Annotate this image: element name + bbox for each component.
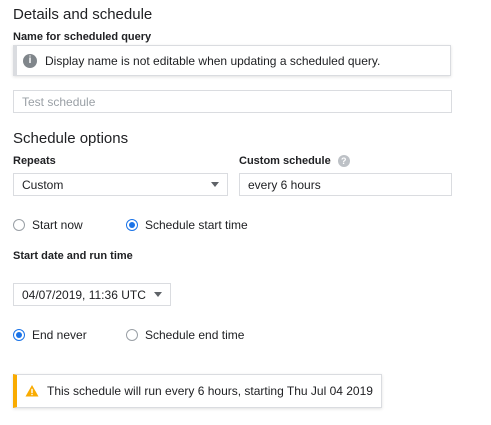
schedule-warning-banner: This schedule will run every 6 hours, st… (13, 374, 382, 408)
radio-selected-dot (129, 222, 135, 228)
custom-schedule-value: every 6 hours (248, 177, 321, 192)
chevron-down-icon (154, 292, 162, 297)
repeats-select[interactable]: Custom (13, 173, 228, 196)
schedule-warning-message: This schedule will run every 6 hours, st… (47, 384, 373, 398)
start-datetime-value: 04/07/2019, 11:36 UTC (22, 287, 146, 302)
schedule-name-input[interactable]: Test schedule (13, 90, 452, 113)
info-banner: i Display name is not editable when upda… (13, 45, 451, 76)
schedule-start-option[interactable]: Schedule start time (126, 218, 248, 232)
schedule-start-radio[interactable] (126, 219, 138, 231)
info-message: Display name is not editable when updati… (45, 53, 381, 68)
start-datetime-label: Start date and run time (13, 250, 133, 262)
start-datetime-picker[interactable]: 04/07/2019, 11:36 UTC (13, 283, 171, 306)
end-never-option[interactable]: End never (13, 328, 87, 342)
schedule-end-radio[interactable] (126, 329, 138, 341)
schedule-start-label: Schedule start time (145, 218, 248, 232)
section-title-schedule-options: Schedule options (13, 130, 129, 147)
repeats-select-value: Custom (22, 177, 64, 192)
start-now-radio[interactable] (13, 219, 25, 231)
end-never-label: End never (32, 328, 87, 342)
section-title-details: Details and schedule (13, 6, 153, 23)
chevron-down-icon (211, 182, 219, 187)
repeats-label: Repeats (13, 155, 56, 167)
radio-selected-dot (16, 332, 22, 338)
warning-icon (25, 385, 39, 397)
info-icon: i (23, 53, 37, 68)
schedule-end-label: Schedule end time (145, 328, 245, 342)
schedule-end-option[interactable]: Schedule end time (126, 328, 244, 342)
name-field-label: Name for scheduled query (13, 31, 152, 43)
custom-schedule-label: Custom schedule (239, 155, 331, 167)
custom-schedule-label-row: Custom schedule ? (239, 155, 350, 167)
help-icon[interactable]: ? (337, 155, 350, 167)
start-now-label: Start now (32, 218, 83, 232)
start-now-option[interactable]: Start now (13, 218, 83, 232)
custom-schedule-input[interactable]: every 6 hours (239, 173, 452, 196)
end-never-radio[interactable] (13, 329, 25, 341)
schedule-name-placeholder: Test schedule (22, 94, 96, 109)
